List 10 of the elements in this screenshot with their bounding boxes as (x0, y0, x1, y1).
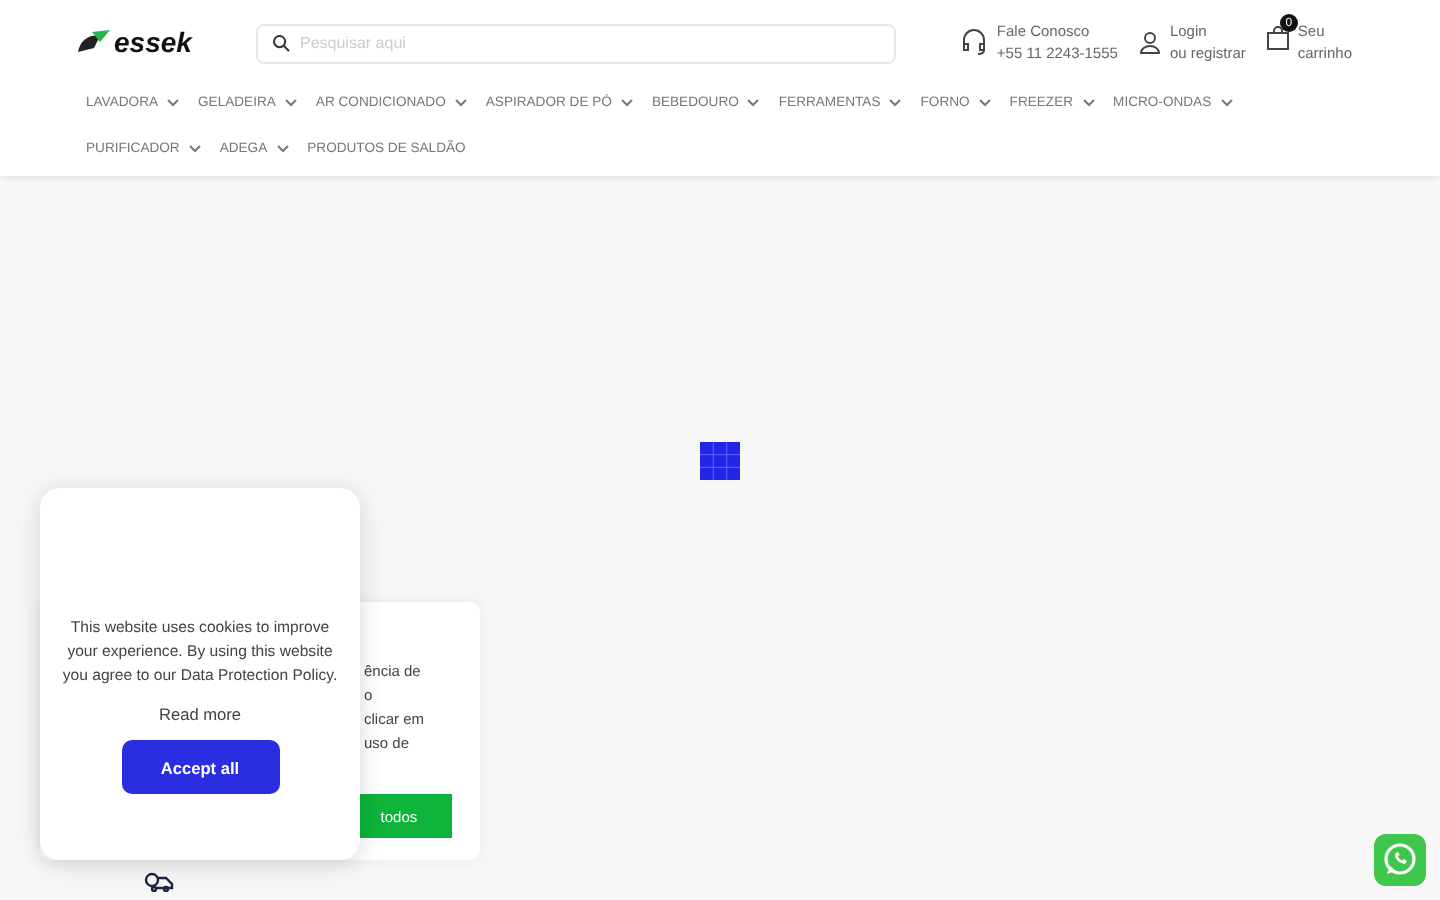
logo-text[interactable]: essek (114, 26, 192, 58)
shopping-bag-icon[interactable] (1265, 26, 1290, 50)
user-icon (1137, 30, 1162, 54)
search-icon (272, 33, 290, 51)
truck-icon[interactable] (144, 872, 174, 892)
logo-icon (76, 28, 112, 56)
read-more-link[interactable]: Read more (158, 704, 242, 724)
headset-icon (960, 28, 989, 56)
loading-grid-icon (700, 442, 740, 480)
accept-all-button[interactable]: Accept all (121, 740, 279, 794)
